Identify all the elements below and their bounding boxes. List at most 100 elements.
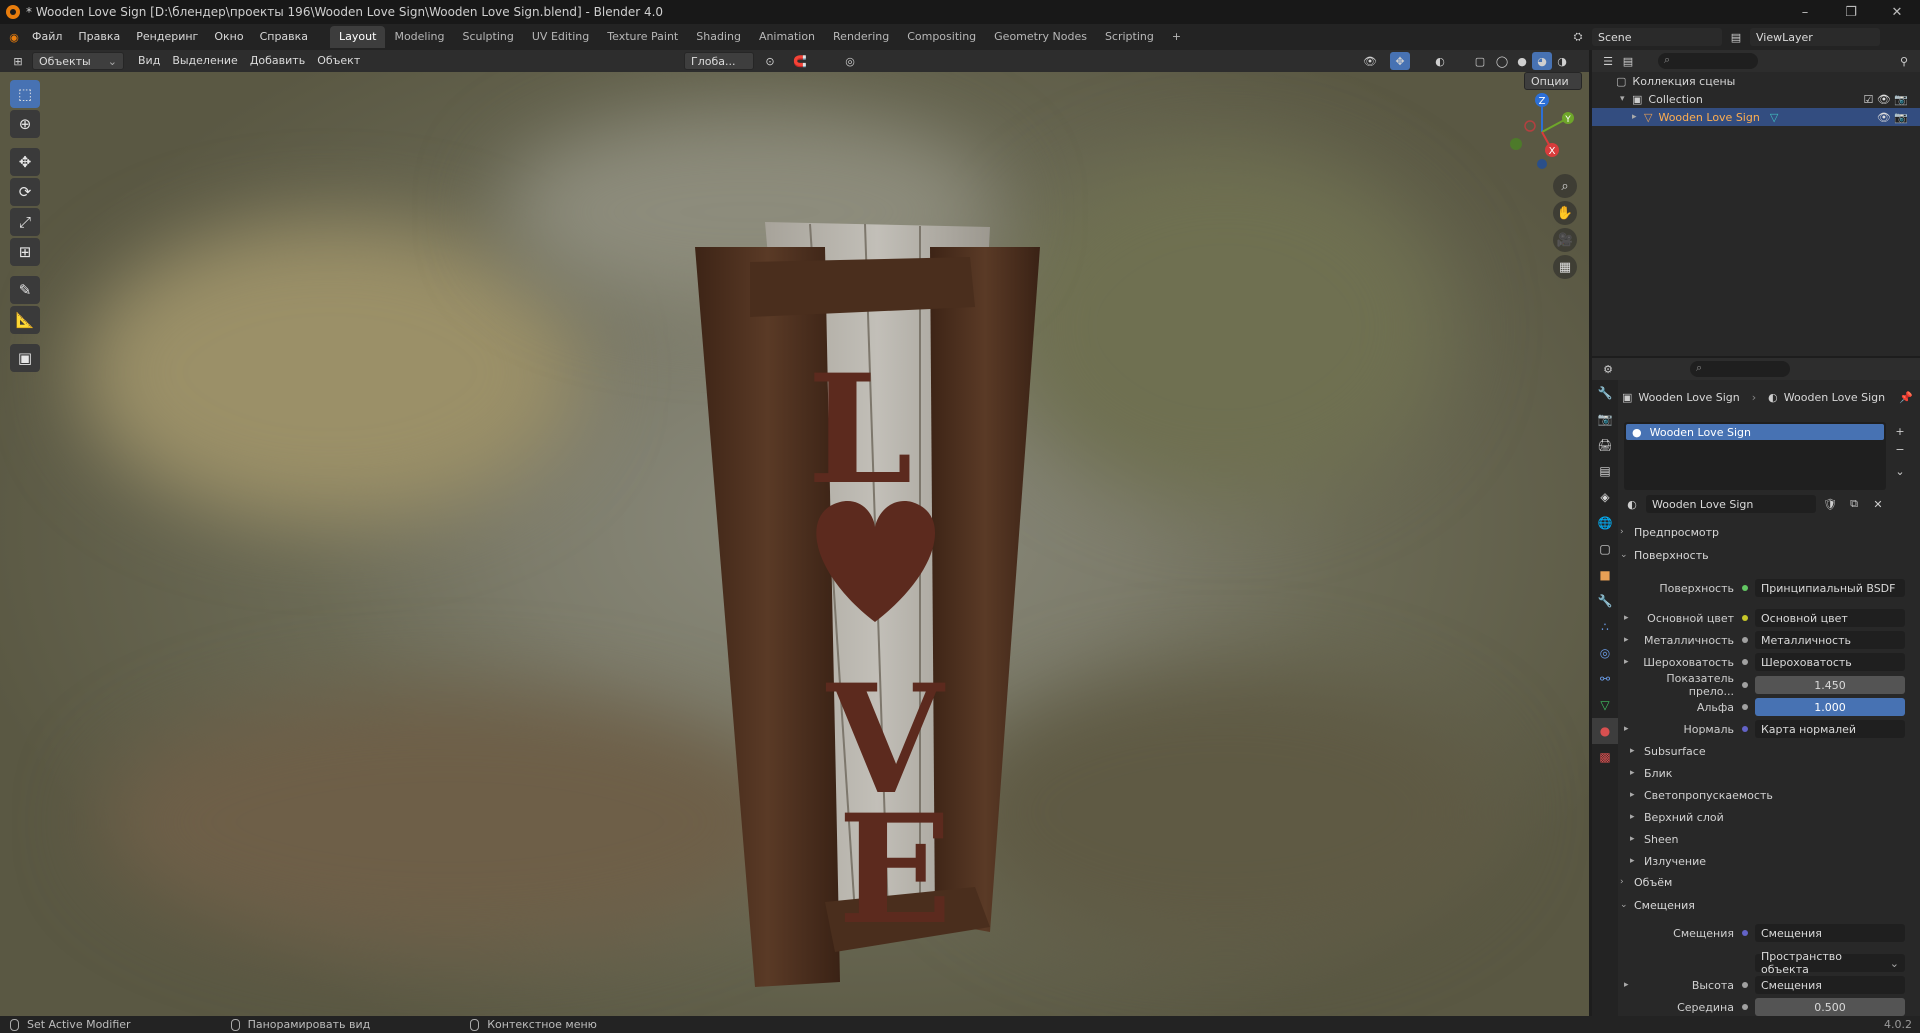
mode-selector[interactable]: Объекты ⌄ (32, 52, 124, 70)
scene-selector[interactable]: Scene (1592, 28, 1722, 46)
unlink-material-icon[interactable]: ✕ (1868, 495, 1888, 513)
socket-icon[interactable] (1742, 982, 1748, 988)
menu-object[interactable]: Объект (311, 52, 366, 70)
scene-icon[interactable]: ⛭ (1568, 28, 1588, 46)
property-value-field[interactable]: 1.450 (1755, 676, 1905, 694)
outliner-editor-icon[interactable]: ☰ (1598, 52, 1618, 70)
material-slot-item[interactable]: ● Wooden Love Sign (1626, 424, 1884, 440)
navigation-gizmo[interactable]: Z Y X (1502, 92, 1582, 172)
sub-panel-item[interactable]: ▸ Светопропускаемость (1630, 786, 1910, 804)
sub-panel-item[interactable]: ▸ Subsurface (1630, 742, 1910, 760)
scene-tab-icon[interactable]: ◈ (1592, 484, 1618, 510)
tab-scripting[interactable]: Scripting (1096, 26, 1163, 48)
close-button[interactable]: ✕ (1874, 0, 1920, 24)
outliner-search-input[interactable]: ⌕ (1658, 53, 1758, 69)
material-tab-icon[interactable]: ● (1592, 718, 1618, 744)
tree-collection[interactable]: ▾ ▣ Collection ☑ 👁 📷 (1592, 90, 1920, 108)
wireframe-shading-icon[interactable]: ◯ (1492, 52, 1512, 70)
visibility-icon[interactable]: 👁 (1360, 52, 1380, 70)
texture-tab-icon[interactable]: ▩ (1592, 744, 1618, 770)
filter-icon[interactable]: ⚲ (1894, 52, 1914, 70)
menu-select[interactable]: Выделение (166, 52, 244, 70)
view-layer-selector[interactable]: ViewLayer (1750, 28, 1880, 46)
section-surface[interactable]: ⌄ Поверхность (1620, 545, 1916, 565)
tree-scene-collection[interactable]: ▢ Коллекция сцены (1592, 72, 1920, 90)
property-value-field[interactable]: Основной цвет (1755, 609, 1905, 627)
add-slot-icon[interactable]: + (1890, 422, 1910, 440)
socket-icon[interactable] (1742, 659, 1748, 665)
select-box-tool[interactable]: ⬚ (10, 80, 40, 108)
object-tab-icon[interactable]: ■ (1592, 562, 1618, 588)
menu-render[interactable]: Рендеринг (128, 24, 206, 50)
tab-modeling[interactable]: Modeling (385, 26, 453, 48)
tab-geometry-nodes[interactable]: Geometry Nodes (985, 26, 1096, 48)
sub-panel-item[interactable]: ▸ Sheen (1630, 830, 1910, 848)
transform-orientation-selector[interactable]: Глоба... (684, 52, 754, 70)
gizmo-neg-y[interactable] (1510, 138, 1522, 150)
overlays-icon[interactable]: ◐ (1430, 52, 1450, 70)
socket-icon[interactable] (1742, 615, 1748, 621)
tab-sculpting[interactable]: Sculpting (454, 26, 523, 48)
property-value-field[interactable]: Карта нормалей (1755, 720, 1905, 738)
menu-edit[interactable]: Правка (70, 24, 128, 50)
socket-icon[interactable] (1742, 930, 1748, 936)
property-value-field[interactable]: Смещения (1755, 924, 1905, 942)
socket-icon[interactable] (1742, 704, 1748, 710)
sub-panel-item[interactable]: ▸ Излучение (1630, 852, 1910, 870)
menu-file[interactable]: Файл (24, 24, 70, 50)
property-value-field[interactable]: Металличность (1755, 631, 1905, 649)
menu-add[interactable]: Добавить (244, 52, 311, 70)
blender-menu-icon[interactable]: ◉ (4, 28, 24, 46)
remove-slot-icon[interactable]: − (1890, 440, 1910, 458)
sub-panel-item[interactable]: ▸ Верхний слой (1630, 808, 1910, 826)
particles-tab-icon[interactable]: ∴ (1592, 614, 1618, 640)
xray-icon[interactable]: ▢ (1470, 52, 1490, 70)
solid-shading-icon[interactable]: ● (1512, 52, 1532, 70)
property-value-field[interactable]: Пространство объекта ⌄ (1755, 950, 1905, 976)
data-tab-icon[interactable]: ▽ (1592, 692, 1618, 718)
proportional-edit-icon[interactable]: ◎ (840, 52, 860, 70)
socket-icon[interactable] (1742, 1004, 1748, 1010)
duplicate-material-icon[interactable]: ⧉ (1844, 495, 1864, 513)
gizmo-toggle-icon[interactable]: ✥ (1390, 52, 1410, 70)
transform-tool[interactable]: ⊞ (10, 238, 40, 266)
cursor-tool[interactable]: ⊕ (10, 110, 40, 138)
tab-uv-editing[interactable]: UV Editing (523, 26, 598, 48)
modifier-tab-icon[interactable]: 🔧 (1592, 588, 1618, 614)
expand-arrow-icon[interactable]: ▸ (1624, 635, 1638, 645)
measure-tool[interactable]: 📐 (10, 306, 40, 334)
section-volume[interactable]: › Объём (1620, 872, 1916, 892)
expand-arrow-icon[interactable]: ▸ (1624, 657, 1638, 667)
gizmo-neg-x[interactable] (1524, 120, 1536, 132)
section-preview[interactable]: › Предпросмотр (1620, 522, 1916, 542)
rendered-shading-icon[interactable]: ◑ (1552, 52, 1572, 70)
move-tool[interactable]: ✥ (10, 148, 40, 176)
properties-search-input[interactable]: ⌕ (1690, 361, 1790, 377)
menu-window[interactable]: Окно (206, 24, 251, 50)
tab-layout[interactable]: Layout (330, 26, 386, 48)
tab-rendering[interactable]: Rendering (824, 26, 898, 48)
pin-icon[interactable]: 📌 (1896, 388, 1916, 406)
property-value-field[interactable]: 0.500 (1755, 998, 1905, 1016)
maximize-button[interactable]: ❐ (1828, 0, 1874, 24)
snap-icon[interactable]: 🧲 (790, 52, 810, 70)
material-slot-list[interactable]: ● Wooden Love Sign (1624, 422, 1886, 490)
collection-tab-icon[interactable]: ▢ (1592, 536, 1618, 562)
render-tab-icon[interactable]: 📷 (1592, 406, 1618, 432)
property-value-field[interactable]: Смещения (1755, 976, 1905, 994)
add-workspace-button[interactable]: + (1163, 26, 1190, 48)
visibility-toggle[interactable]: 👁 📷 (1877, 111, 1908, 124)
minimize-button[interactable]: – (1782, 0, 1828, 24)
ortho-grid-icon[interactable]: ▦ (1553, 255, 1577, 279)
properties-editor-icon[interactable]: ⚙ (1598, 360, 1618, 378)
menu-help[interactable]: Справка (252, 24, 316, 50)
tab-compositing[interactable]: Compositing (898, 26, 985, 48)
section-displacement[interactable]: ⌄ Смещения (1620, 895, 1916, 915)
socket-icon[interactable] (1742, 682, 1748, 688)
expand-arrow-icon[interactable]: ▾ (1620, 94, 1632, 104)
socket-icon[interactable] (1742, 585, 1748, 591)
property-value-field[interactable]: 1.000 (1755, 698, 1905, 716)
pan-hand-icon[interactable]: ✋ (1553, 201, 1577, 225)
rotate-tool[interactable]: ⟳ (10, 178, 40, 206)
output-tab-icon[interactable]: 🖨 (1592, 432, 1618, 458)
